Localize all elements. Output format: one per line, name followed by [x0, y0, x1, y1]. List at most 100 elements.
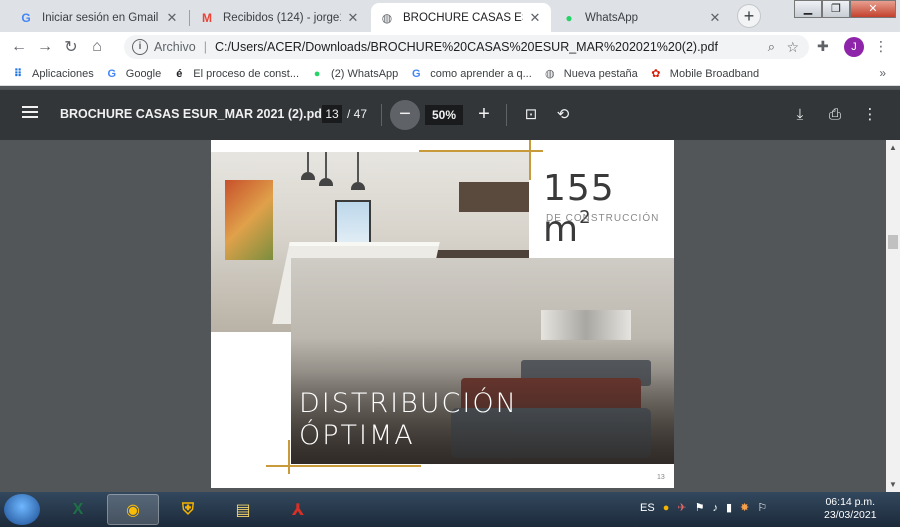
area-value: 155 m2 — [543, 168, 615, 250]
print-icon[interactable]: ⎙ — [825, 105, 845, 125]
google-icon: G — [412, 67, 421, 80]
more-options-icon[interactable]: ⋮ — [860, 105, 880, 125]
tray-security-icon[interactable]: ✈ — [677, 501, 686, 514]
pendant-lamp — [325, 152, 327, 178]
action-center-icon[interactable]: ⚐ — [757, 501, 767, 514]
close-window-button[interactable]: ✕ — [850, 0, 896, 18]
excel-icon[interactable]: X — [52, 494, 104, 525]
vertical-scrollbar[interactable]: ▲ ▼ — [886, 140, 900, 492]
bookmark-proceso[interactable]: é El proceso de const... — [172, 67, 299, 81]
start-button[interactable] — [4, 494, 40, 525]
tab-gmail-inbox[interactable]: M Recibidos (124) - jorge141 ✕ — [191, 3, 369, 32]
pendant-lamp — [307, 152, 309, 172]
minimize-button[interactable]: ▁ — [794, 0, 822, 18]
gold-rule — [529, 140, 531, 180]
headline: DISTRIBUCIÓN ÓPTIMA — [299, 388, 518, 452]
close-icon[interactable]: ✕ — [527, 10, 543, 26]
toolbar-divider — [506, 104, 507, 126]
google-icon: G — [107, 67, 117, 80]
bedroom-painting — [541, 310, 631, 340]
headline-line-1: DISTRIBUCIÓN — [299, 388, 518, 419]
bookmark-apps[interactable]: ⠿ Aplicaciones — [11, 67, 94, 81]
bookmark-nueva-pestana[interactable]: ◍ Nueva pestaña — [543, 67, 638, 81]
pendant-lamp — [357, 152, 359, 182]
extensions-puzzle-icon[interactable]: ✚ — [817, 38, 829, 55]
screen: G Iniciar sesión en Gmail - O ✕ M Recibi… — [0, 0, 900, 527]
zoom-in-button[interactable]: + — [469, 100, 499, 130]
tab-title: Iniciar sesión en Gmail - O — [42, 11, 160, 24]
tab-title: BROCHURE CASAS ESUR_ — [403, 11, 523, 24]
bookmark-whatsapp[interactable]: ● (2) WhatsApp — [310, 67, 399, 81]
tab-strip: G Iniciar sesión en Gmail - O ✕ M Recibi… — [0, 0, 900, 32]
acrobat-icon[interactable]: ⅄ — [272, 494, 324, 525]
zoom-level-input[interactable]: 50% — [425, 105, 463, 125]
upper-cabinets — [459, 182, 529, 212]
huawei-icon: ✿ — [651, 68, 661, 80]
bookmark-mobile-broadband[interactable]: ✿ Mobile Broadband — [649, 67, 759, 81]
back-arrow-icon[interactable]: ← — [6, 38, 32, 56]
reload-icon[interactable]: ↻ — [58, 37, 84, 57]
address-url[interactable]: C:/Users/ACER/Downloads/BROCHURE%20CASAS… — [215, 40, 718, 54]
whatsapp-icon: ● — [313, 67, 321, 80]
download-icon[interactable]: ⤓ — [790, 105, 810, 125]
pdf-toolbar: BROCHURE CASAS ESUR_MAR 2021 (2).pdf 13 … — [0, 90, 900, 140]
scrollbar-thumb[interactable] — [888, 235, 898, 249]
forward-arrow-icon[interactable]: → — [32, 38, 58, 56]
zoom-magnifier-icon[interactable]: ⌕ — [768, 39, 775, 55]
google-icon: G — [21, 10, 31, 25]
new-tab-button[interactable]: + — [737, 4, 761, 28]
tab-gmail-login[interactable]: G Iniciar sesión en Gmail - O ✕ — [10, 3, 188, 32]
tray-flag-icon[interactable]: ⚑ — [695, 501, 705, 514]
zoom-out-button[interactable]: − — [390, 100, 420, 130]
scroll-down-icon[interactable]: ▼ — [889, 480, 897, 489]
bookmarks-overflow-button[interactable]: » — [879, 66, 886, 80]
lamp-shade — [301, 172, 315, 180]
address-bar[interactable]: i Archivo | C:/Users/ACER/Downloads/BROC… — [124, 35, 809, 59]
close-icon[interactable]: ✕ — [707, 10, 723, 26]
maximize-button[interactable]: ❐ — [822, 0, 850, 18]
address-separator: | — [203, 40, 207, 54]
pdf-viewer[interactable]: 155 m2 DE CONSTRUCCIÓN DISTRIBUCIÓN ÓPTI… — [0, 140, 886, 492]
windows-taskbar: X ◉ ⛨ ▤ ⅄ ES ● ✈ ⚑ ♪ ▮ ✸ ⚐ 06:14 p.m. 23… — [0, 492, 900, 527]
page-footer-number: 13 — [657, 474, 665, 481]
wall-art — [225, 180, 273, 260]
bookmark-google[interactable]: G Google — [105, 67, 161, 81]
bookmark-label: como aprender a q... — [430, 67, 532, 80]
system-tray: ES ● ✈ ⚑ ♪ ▮ ✸ ⚐ — [640, 501, 767, 515]
browser-toolbar: ← → ↻ ⌂ i Archivo | C:/Users/ACER/Downlo… — [0, 32, 900, 62]
bookmark-label: (2) WhatsApp — [331, 67, 399, 80]
menu-hamburger-icon[interactable] — [22, 106, 38, 121]
bookmark-star-icon[interactable]: ☆ — [786, 39, 799, 56]
info-icon[interactable]: i — [132, 39, 148, 55]
globe-icon: ◍ — [544, 68, 555, 80]
tab-whatsapp[interactable]: ● WhatsApp ✕ — [553, 3, 731, 32]
bookmark-como-aprender[interactable]: G como aprender a q... — [409, 67, 532, 81]
fit-to-page-icon[interactable]: ⊡ — [521, 105, 541, 125]
bookmark-label: Mobile Broadband — [669, 67, 760, 80]
close-icon[interactable]: ✕ — [345, 10, 361, 26]
home-icon[interactable]: ⌂ — [84, 38, 110, 56]
language-indicator[interactable]: ES — [640, 502, 655, 514]
page-number-input[interactable]: 13 — [322, 105, 342, 123]
bookmarks-bar: ⠿ Aplicaciones G Google é El proceso de … — [0, 62, 900, 86]
profile-avatar[interactable]: J — [844, 37, 864, 57]
tray-app-icon[interactable]: ● — [663, 502, 670, 514]
rotate-icon[interactable]: ⟲ — [553, 105, 573, 125]
e-accent-icon: é — [176, 67, 183, 80]
tab-divider — [189, 10, 190, 26]
chrome-icon[interactable]: ◉ — [107, 494, 159, 525]
close-icon[interactable]: ✕ — [164, 10, 180, 26]
scroll-up-icon[interactable]: ▲ — [889, 143, 897, 152]
lamp-shade — [319, 178, 333, 186]
network-signal-icon[interactable]: ▮ — [726, 501, 732, 514]
vpn-shield-icon[interactable]: ⛨ — [162, 494, 214, 525]
system-clock[interactable]: 06:14 p.m. 23/03/2021 — [824, 496, 877, 522]
tray-fox-icon[interactable]: ✸ — [740, 501, 749, 514]
volume-icon[interactable]: ♪ — [712, 502, 718, 514]
area-caption: DE CONSTRUCCIÓN — [546, 213, 660, 224]
tab-brochure[interactable]: ◍ BROCHURE CASAS ESUR_ ✕ — [371, 3, 551, 32]
gold-rule — [419, 150, 543, 152]
browser-menu-icon[interactable]: ⋮ — [874, 38, 888, 55]
file-explorer-icon[interactable]: ▤ — [217, 494, 269, 525]
lamp-shade — [351, 182, 365, 190]
